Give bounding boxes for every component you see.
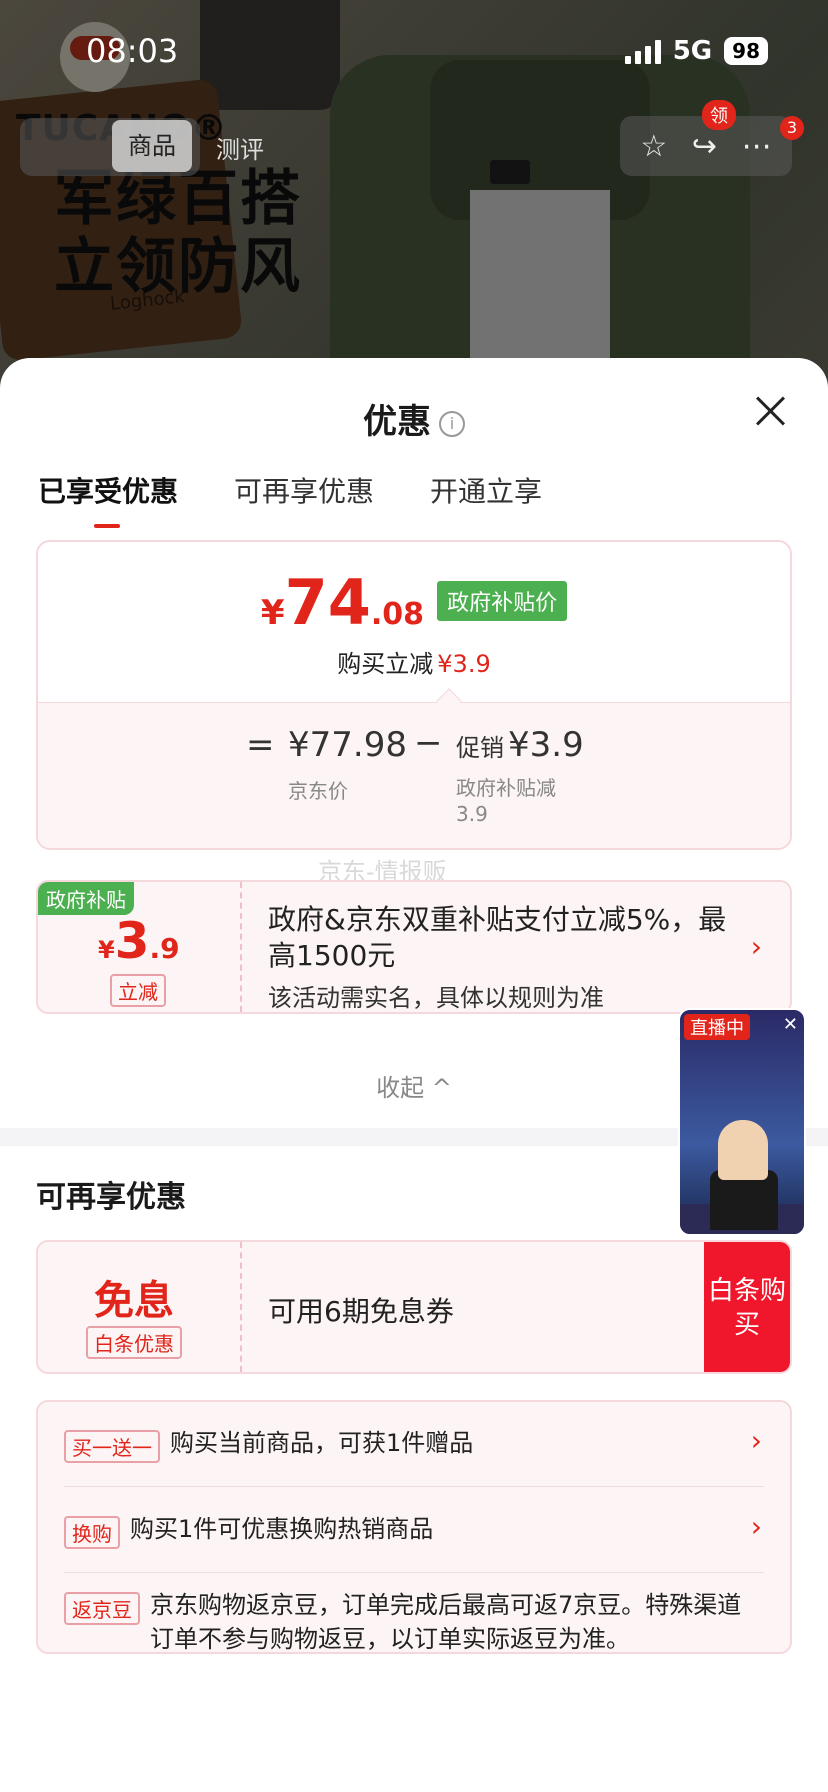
coupon-description: 该活动需实名，具体以规则为准 — [268, 984, 604, 1012]
price-formula: = ¥77.98 京东价 − 促销 ¥3.9 政府补贴减 3.9 — [38, 702, 790, 848]
coupon-type: 立减 — [110, 974, 166, 1007]
tab-review[interactable]: 测评 — [216, 130, 264, 165]
coupon-value: ¥3.9 — [98, 912, 180, 970]
more-icon[interactable]: ⋯ — [742, 129, 772, 164]
list-item[interactable]: 买一送一 购买当前商品，可获1件赠品 — [64, 1426, 764, 1463]
sheet-header: 优惠 i — [0, 394, 828, 443]
jd-price: ¥77.98 — [288, 725, 407, 765]
offer-tag: 换购 — [64, 1516, 120, 1549]
list-item: 返京豆 京东购物返京豆，订单完成后最高可返7京豆。特殊渠道订单不参与购物返豆，以… — [64, 1588, 764, 1656]
promo-caption-line2: 3.9 — [456, 802, 488, 826]
chevron-right-icon[interactable]: › — [751, 1510, 762, 1543]
offer-tag: 买一送一 — [64, 1430, 160, 1463]
tab-activate[interactable]: 开通立享 — [430, 470, 542, 510]
offers-list: 买一送一 购买当前商品，可获1件赠品 › 换购 购买1件可优惠换购热销商品 › … — [36, 1400, 792, 1654]
battery-icon: 98 — [724, 37, 768, 65]
offer-text: 京东购物返京豆，订单完成后最高可返7京豆。特殊渠道订单不参与购物返豆，以订单实际… — [150, 1591, 742, 1653]
baitiao-discount-tag: 白条优惠 — [86, 1326, 182, 1359]
promo-caption: 政府补贴减 3.9 — [456, 775, 556, 827]
promo-caption-line1: 政府补贴减 — [456, 776, 556, 800]
coupon-integer: 3 — [114, 912, 150, 970]
coupon-divider — [240, 882, 242, 1012]
price-decimal: .08 — [370, 597, 424, 632]
interest-free-card[interactable]: 免息 白条优惠 可用6期免息券 白条购买 — [36, 1240, 792, 1374]
close-icon[interactable] — [754, 394, 788, 428]
star-icon[interactable]: ☆ — [640, 129, 667, 164]
chevron-right-icon[interactable]: › — [751, 930, 762, 963]
coupon-currency: ¥ — [98, 936, 115, 964]
live-badge: 直播中 — [684, 1014, 750, 1040]
share-icon[interactable]: ↪ — [692, 129, 717, 164]
tab-more-available[interactable]: 可再享优惠 — [234, 470, 374, 510]
interest-free-description: 可用6期免息券 — [268, 1295, 454, 1328]
final-price-section: ¥74.08 政府补贴价 购买立减 ¥3.9 — [38, 542, 790, 702]
coupon-tag: 政府补贴 — [38, 882, 134, 915]
message-count-badge: 3 — [780, 116, 804, 140]
status-time: 08:03 — [86, 32, 179, 70]
gov-subsidy-price-tag: 政府补贴价 — [437, 581, 568, 621]
section-title-more-discounts: 可再享优惠 — [36, 1180, 186, 1215]
promo-discount: 促销 ¥3.9 — [456, 725, 584, 765]
tab-product[interactable]: 商品 — [112, 120, 192, 172]
minus-sign: − — [414, 723, 443, 763]
promo-amount: ¥3.9 — [508, 725, 584, 765]
save-amount: ¥3.9 — [437, 650, 491, 678]
coupon-decimal: .9 — [149, 932, 180, 965]
promo-label: 促销 — [456, 734, 504, 762]
list-item[interactable]: 换购 购买1件可优惠换购热销商品 — [64, 1512, 764, 1549]
tab-enjoyed[interactable]: 已享受优惠 — [38, 470, 178, 528]
divider — [64, 1486, 764, 1487]
coupon-title: 政府&京东双重补贴支付立减5%，最高1500元 — [268, 903, 727, 972]
status-indicators: 5G 98 — [624, 36, 768, 66]
chevron-right-icon[interactable]: › — [751, 1424, 762, 1457]
offer-text: 购买1件可优惠换购热销商品 — [130, 1515, 434, 1543]
network-type: 5G — [672, 36, 713, 66]
coupon-badge: 领 — [702, 100, 736, 130]
baitiao-buy-button[interactable]: 白条购买 — [704, 1242, 790, 1372]
sheet-title: 优惠 — [363, 402, 431, 442]
info-icon[interactable]: i — [439, 410, 465, 437]
final-price: ¥74.08 政府补贴价 — [38, 566, 790, 639]
price-currency: ¥ — [260, 593, 285, 633]
jd-price-caption: 京东价 — [288, 779, 348, 803]
interest-free-label: 免息 — [94, 1278, 174, 1324]
discount-tabs: 已享受优惠 可再享优惠 开通立享 — [38, 470, 542, 528]
save-label: 购买立减 — [337, 650, 434, 678]
streamer-avatar — [718, 1120, 768, 1180]
price-breakdown-card: ¥74.08 政府补贴价 购买立减 ¥3.9 = ¥77.98 京东价 − 促销 ¥… — [36, 540, 792, 850]
instant-saving: 购买立减 ¥3.9 — [38, 644, 790, 679]
live-stream-preview[interactable]: 直播中 ✕ — [678, 1008, 806, 1236]
offer-tag: 返京豆 — [64, 1592, 140, 1625]
interest-free-divider — [240, 1242, 242, 1372]
close-icon[interactable]: ✕ — [783, 1014, 798, 1035]
equals-sign: = — [246, 725, 275, 765]
gov-subsidy-coupon[interactable]: 政府补贴 ¥3.9 立减 政府&京东双重补贴支付立减5%，最高1500元 该活动… — [36, 880, 792, 1014]
divider — [64, 1572, 764, 1573]
price-integer: 74 — [284, 566, 371, 639]
signal-icon — [624, 38, 661, 64]
offer-text: 购买当前商品，可获1件赠品 — [170, 1429, 474, 1457]
